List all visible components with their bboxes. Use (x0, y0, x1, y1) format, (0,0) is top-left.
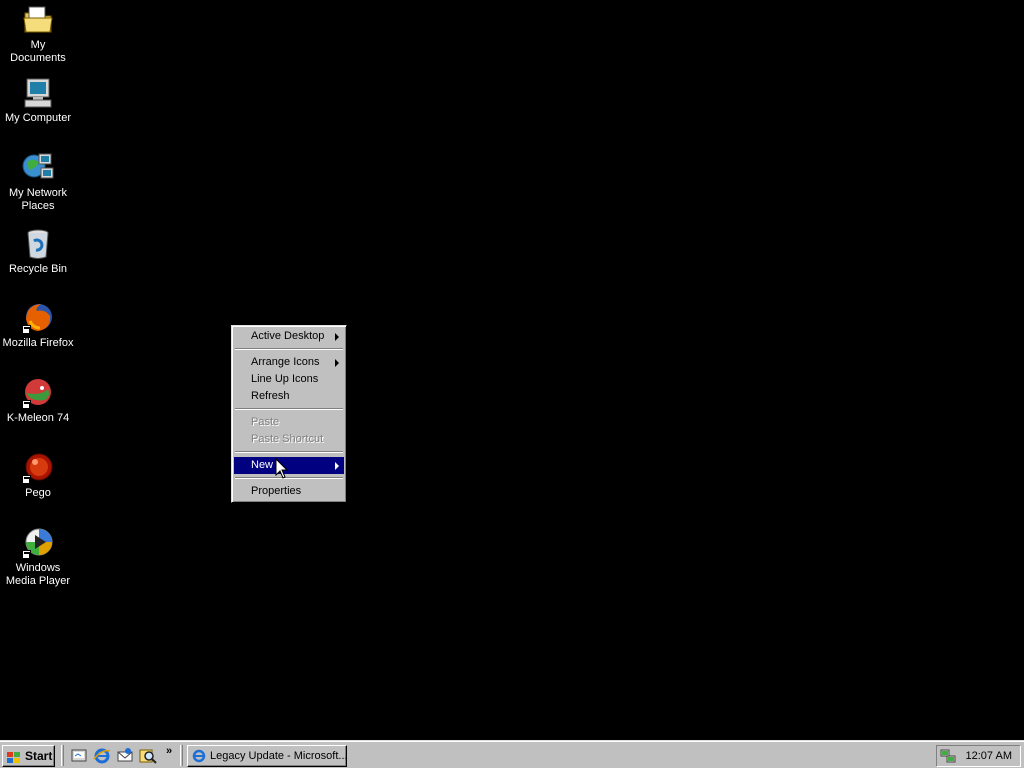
menu-item-label: Paste (251, 416, 280, 428)
menu-item-label: Active Desktop (251, 330, 325, 342)
menu-item-label: Arrange Icons (251, 356, 320, 368)
desktop-icon-my-documents[interactable]: My Documents (0, 3, 76, 65)
desktop-icon-label: My Computer (4, 112, 72, 124)
start-label: Start (25, 749, 53, 763)
menu-item-label: Refresh (251, 390, 290, 402)
desktop-icon-label: K-Meleon 74 (6, 412, 70, 424)
media-player-icon (21, 526, 55, 560)
shortcut-arrow-icon (22, 475, 31, 484)
menu-item-properties[interactable]: Properties (234, 483, 344, 500)
desktop-icon-k-meleon[interactable]: K-Meleon 74 (0, 376, 76, 425)
submenu-arrow-icon (335, 462, 339, 470)
show-desktop-icon[interactable] (70, 747, 88, 765)
taskbar: Start » Legacy Update - Microsoft... 12:… (0, 740, 1024, 768)
menu-item-active-desktop[interactable]: Active Desktop (234, 328, 344, 345)
recycle-bin-icon (21, 227, 55, 261)
taskbar-button-label: Legacy Update - Microsoft... (210, 750, 347, 762)
windows-logo-icon (7, 750, 21, 763)
firefox-icon (21, 301, 55, 335)
clock[interactable]: 12:07 AM (966, 750, 1012, 762)
desktop-icon-label: Pego (25, 487, 51, 499)
menu-item-arrange-icons[interactable]: Arrange Icons (234, 354, 344, 371)
menu-separator (235, 451, 343, 453)
pego-icon (21, 451, 55, 485)
menu-item-paste: Paste (234, 414, 344, 431)
internet-explorer-icon (192, 749, 206, 763)
desktop-context-menu: Active Desktop Arrange Icons Line Up Ico… (231, 325, 347, 503)
submenu-arrow-icon (335, 359, 339, 367)
menu-item-label: Properties (251, 485, 302, 497)
shortcut-arrow-icon (22, 550, 31, 559)
computer-icon (21, 76, 55, 110)
network-places-icon (21, 151, 55, 185)
start-button[interactable]: Start (2, 745, 55, 767)
system-tray: 12:07 AM (936, 745, 1021, 767)
toolbar-grip[interactable] (180, 745, 183, 766)
desktop-icon-label: Recycle Bin (8, 263, 68, 275)
menu-item-new[interactable]: New (234, 457, 344, 474)
menu-item-refresh[interactable]: Refresh (234, 388, 344, 405)
shortcut-arrow-icon (22, 400, 31, 409)
quick-launch-overflow-button[interactable]: » (166, 745, 172, 757)
menu-item-label: Line Up Icons (251, 373, 319, 385)
desktop-icon-label: My Documents (10, 39, 66, 64)
menu-item-label: Paste Shortcut (251, 433, 324, 445)
taskbar-button-legacy-update[interactable]: Legacy Update - Microsoft... (187, 745, 347, 767)
menu-separator (235, 408, 343, 410)
network-status-icon[interactable] (940, 748, 956, 764)
menu-item-label: New (251, 459, 274, 471)
desktop-icon-label: Windows Media Player (5, 562, 71, 587)
menu-item-paste-shortcut: Paste Shortcut (234, 431, 344, 448)
desktop-icon-my-network-places[interactable]: My Network Places (0, 151, 76, 213)
desktop-icon-my-computer[interactable]: My Computer (0, 76, 76, 125)
submenu-arrow-icon (335, 333, 339, 341)
folder-documents-icon (21, 3, 55, 37)
toolbar-grip[interactable] (61, 745, 64, 766)
desktop-icon-windows-media-player[interactable]: Windows Media Player (0, 526, 76, 588)
desktop[interactable]: My Documents My Computer My Network Plac (0, 0, 1024, 740)
internet-explorer-icon[interactable] (93, 747, 111, 765)
shortcut-arrow-icon (22, 325, 31, 334)
search-icon[interactable] (139, 747, 157, 765)
menu-separator (235, 477, 343, 479)
desktop-icon-label: Mozilla Firefox (2, 337, 74, 349)
outlook-express-icon[interactable] (116, 747, 134, 765)
k-meleon-icon (21, 376, 55, 410)
desktop-icon-label: My Network Places (8, 187, 68, 212)
menu-separator (235, 348, 343, 350)
desktop-icon-pego[interactable]: Pego (0, 451, 76, 500)
desktop-icon-mozilla-firefox[interactable]: Mozilla Firefox (0, 301, 76, 350)
menu-item-line-up-icons[interactable]: Line Up Icons (234, 371, 344, 388)
desktop-icon-recycle-bin[interactable]: Recycle Bin (0, 227, 76, 276)
mouse-cursor-icon (275, 457, 289, 480)
